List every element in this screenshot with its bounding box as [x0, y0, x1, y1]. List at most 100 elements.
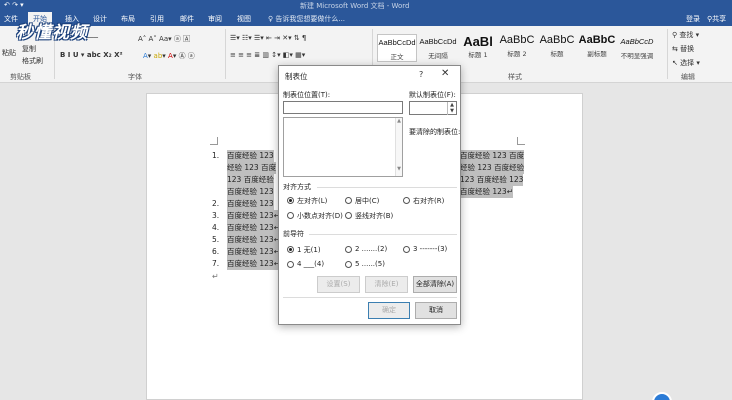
editing-group-label: 编辑: [681, 73, 695, 81]
section-divider: [309, 234, 457, 235]
ok-button[interactable]: 确定: [368, 302, 410, 319]
share-button[interactable]: ⚲共享: [707, 14, 726, 24]
replace-button[interactable]: ⇆ 替换: [672, 44, 694, 54]
style-name: 副标题: [587, 50, 607, 58]
list-item-text: 百度经验 123: [227, 198, 274, 210]
list-number: 1.: [212, 151, 220, 160]
close-icon[interactable]: ✕: [441, 68, 449, 79]
style-normal[interactable]: AaBbCcDd 正文: [377, 34, 417, 62]
default-tab-spinner[interactable]: ▲ ▼: [447, 102, 456, 115]
tell-me-text: 告诉我您想要做什么...: [275, 15, 346, 23]
leader-underline-label[interactable]: 4 ___(4): [297, 260, 324, 268]
list-item-text: 百度经验 123↵: [227, 222, 280, 234]
title-bar: ↶ ↷ ▾ 新建 Microsoft Word 文档 - Word: [0, 0, 732, 12]
leader-underline-radio[interactable]: [287, 261, 294, 268]
cursor-icon: ↖: [672, 59, 681, 67]
list-number: 7.: [212, 259, 220, 268]
watermark-text: 秒懂视频: [16, 23, 88, 43]
alignment-buttons[interactable]: ≡ ≡ ≡ ≣ ▥ ↕▾ ◧▾ ▦▾: [230, 51, 305, 59]
leader-dashes-label[interactable]: 3 -------(3): [413, 245, 447, 253]
login-link[interactable]: 登录: [686, 14, 700, 24]
list-number: 4.: [212, 223, 220, 232]
set-button[interactable]: 设置(S): [317, 276, 360, 293]
font-format-buttons[interactable]: B I U ▾ abc X₂ X²: [60, 51, 123, 59]
list-number: 6.: [212, 247, 220, 256]
style-title[interactable]: AaBbC 标题: [537, 34, 577, 62]
styles-group-label: 样式: [508, 73, 522, 81]
align-decimal-radio[interactable]: [287, 212, 294, 219]
style-name: 标题: [550, 50, 564, 58]
style-name: 标题 1: [468, 51, 488, 59]
align-bar-label[interactable]: 竖线对齐(B): [355, 211, 393, 221]
tab-mailings[interactable]: 邮件: [180, 14, 194, 24]
grow-font-icon[interactable]: A˄ A˅ Aa▾ ⓐ 🄰: [138, 34, 190, 44]
clipboard-group-label: 剪贴板: [10, 73, 31, 81]
help-icon[interactable]: ?: [419, 70, 423, 79]
tell-me-box[interactable]: ♀ 告诉我您想要做什么...: [268, 14, 345, 24]
tab-position-label: 制表位位置(T):: [283, 91, 331, 99]
tab-positions-list[interactable]: ▲ ▼: [283, 117, 403, 177]
tab-references[interactable]: 引用: [150, 14, 164, 24]
tab-view[interactable]: 视图: [237, 14, 251, 24]
tab-design[interactable]: 设计: [93, 14, 107, 24]
style-heading-1[interactable]: AaBl 标题 1: [458, 34, 498, 62]
share-label: 共享: [712, 15, 727, 23]
clear-button[interactable]: 清除(E): [365, 276, 408, 293]
list-item-text: 百度经验 123↵: [227, 246, 280, 258]
watermark-logo: 秒懂视频: [16, 18, 88, 43]
to-clear-label: 要清除的制表位:: [409, 128, 461, 136]
align-center-radio[interactable]: [345, 197, 352, 204]
format-painter-button[interactable]: 格式刷: [22, 56, 43, 66]
list-item-text: 经验 123 百度经验: [460, 162, 525, 174]
align-bar-radio[interactable]: [345, 212, 352, 219]
font-color-buttons[interactable]: A▾ ab▾ A▾ Ⓐ ⓐ: [143, 51, 195, 61]
style-name: 正文: [390, 53, 404, 61]
tab-layout[interactable]: 布局: [121, 14, 135, 24]
align-left-radio[interactable]: [287, 197, 294, 204]
paste-button[interactable]: 粘贴: [2, 48, 16, 58]
section-divider: [283, 297, 457, 298]
align-right-radio[interactable]: [403, 197, 410, 204]
font-group-label: 字体: [128, 73, 142, 81]
list-buttons[interactable]: ☰▾ ☷▾ ☰▾ ⇤ ⇥ ✕▾ ⇅ ¶: [230, 34, 306, 42]
leader-dashes-radio[interactable]: [403, 246, 410, 253]
align-center-label[interactable]: 居中(C): [355, 196, 379, 206]
style-heading-2[interactable]: AaBbC 标题 2: [497, 34, 537, 62]
style-name: 无间隔: [428, 52, 448, 60]
select-label: 选择: [680, 59, 695, 67]
ribbon-separator: [225, 29, 226, 79]
style-subtitle[interactable]: AaBbC 副标题: [577, 34, 617, 62]
tab-position-input[interactable]: [283, 101, 403, 114]
list-item-text: 百度经验 123↵: [227, 210, 280, 222]
clear-all-button[interactable]: 全部清除(A): [413, 276, 457, 293]
style-preview: AaBbC: [539, 34, 575, 46]
align-decimal-label[interactable]: 小数点对齐(D): [297, 211, 343, 221]
style-subtle-emphasis[interactable]: AaBbCcD 不明显强调: [617, 34, 657, 62]
leader-dots-radio[interactable]: [345, 246, 352, 253]
cancel-button[interactable]: 取消: [415, 302, 457, 319]
align-left-label[interactable]: 左对齐(L): [297, 196, 327, 206]
quick-access-toolbar[interactable]: ↶ ↷ ▾: [4, 1, 24, 9]
list-item-text: 经验 123 百度: [227, 162, 277, 174]
find-button[interactable]: ⚲ 查找 ▾: [672, 30, 699, 40]
style-no-spacing[interactable]: AaBbCcDd 无间隔: [418, 34, 458, 62]
copy-button[interactable]: 复制: [22, 44, 36, 54]
list-scrollbar[interactable]: ▲ ▼: [395, 118, 402, 176]
list-item-text: 123 百度经验: [227, 174, 274, 186]
list-number: 2.: [212, 199, 220, 208]
dialog-title: 制表位: [285, 72, 308, 81]
list-item-text: 123 百度经验 123: [460, 174, 524, 186]
leader-middots-radio[interactable]: [345, 261, 352, 268]
section-divider: [317, 187, 457, 188]
leader-none-label[interactable]: 1 无(1): [297, 245, 321, 255]
list-number: 3.: [212, 211, 220, 220]
leader-dots-label[interactable]: 2 .......(2): [355, 245, 387, 253]
default-tab-label: 默认制表位(F):: [409, 91, 456, 99]
select-button[interactable]: ↖ 选择 ▾: [672, 58, 700, 68]
style-name: 标题 2: [507, 50, 527, 58]
style-preview: AaBl: [463, 34, 493, 49]
leader-none-radio[interactable]: [287, 246, 294, 253]
leader-middots-label[interactable]: 5 ......(5): [355, 260, 385, 268]
align-right-label[interactable]: 右对齐(R): [413, 196, 444, 206]
tab-review[interactable]: 审阅: [208, 14, 222, 24]
